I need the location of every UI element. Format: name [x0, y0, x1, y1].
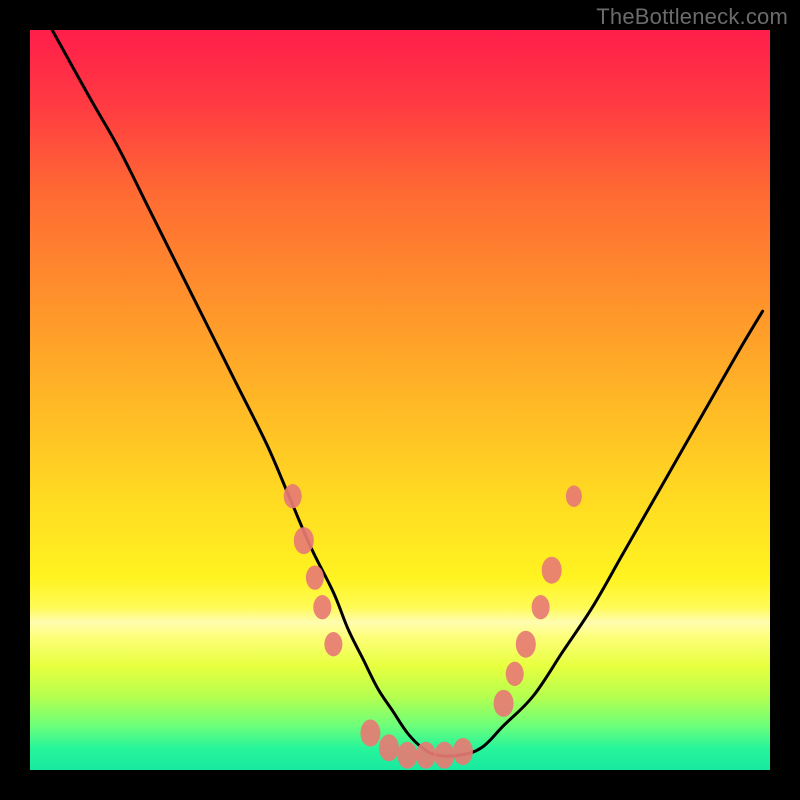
marker-dot — [324, 632, 342, 656]
marker-dot — [566, 485, 582, 507]
marker-dot — [416, 742, 436, 769]
bottleneck-chart — [30, 30, 770, 770]
watermark-text: TheBottleneck.com — [596, 4, 788, 30]
marker-dot — [532, 595, 550, 619]
gradient-background — [30, 30, 770, 770]
marker-dot — [434, 742, 454, 769]
marker-dot — [516, 631, 536, 658]
marker-dot — [506, 662, 524, 686]
marker-dot — [284, 484, 302, 508]
marker-dot — [494, 690, 514, 717]
marker-dot — [397, 742, 417, 769]
marker-dot — [542, 557, 562, 584]
chart-frame — [30, 30, 770, 770]
marker-dot — [294, 527, 314, 554]
marker-dot — [360, 720, 380, 747]
marker-dot — [379, 734, 399, 761]
marker-dot — [453, 738, 473, 765]
marker-dot — [313, 595, 331, 619]
marker-dot — [306, 565, 324, 589]
